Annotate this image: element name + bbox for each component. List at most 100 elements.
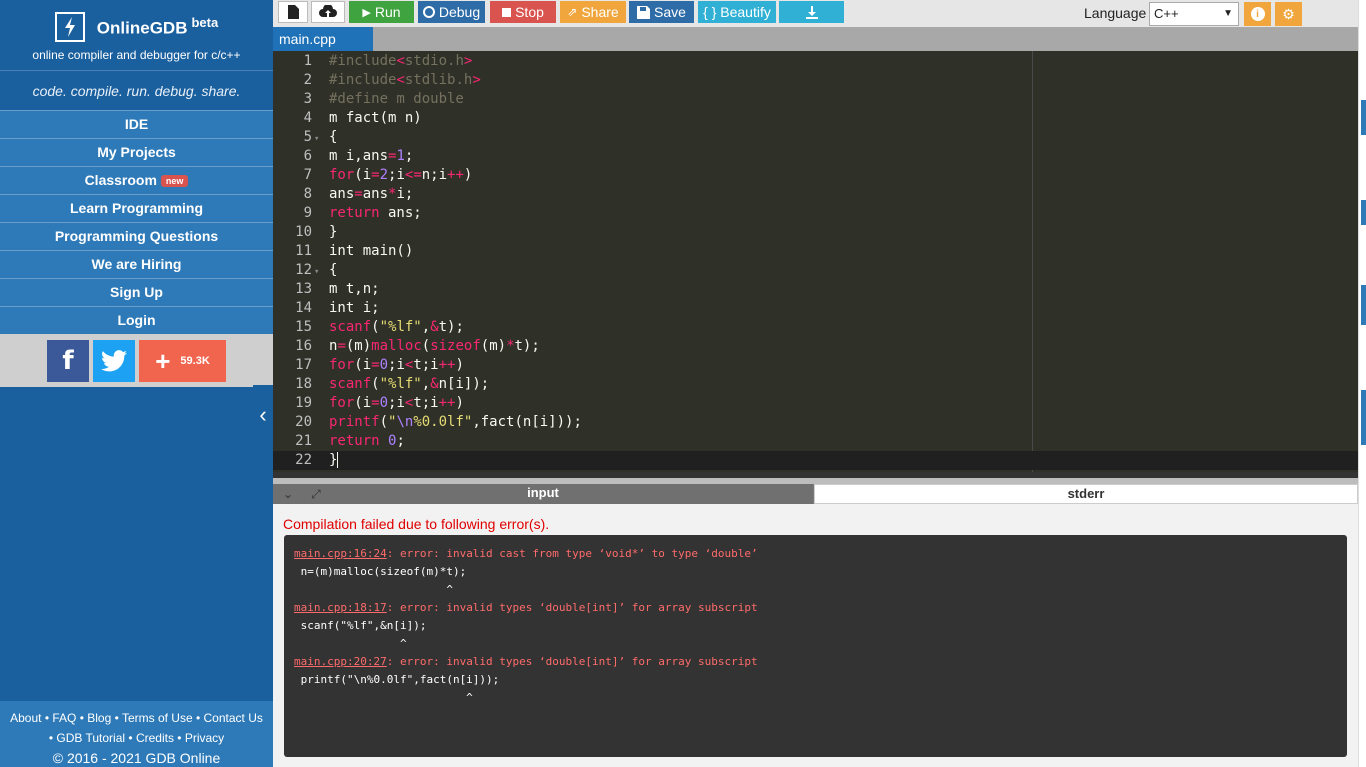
nav-menu: IDE My Projects Classroom new Learn Progr…	[0, 110, 273, 334]
error-location-link[interactable]: main.cpp:18:17	[294, 601, 387, 614]
facebook-icon: f	[62, 345, 74, 376]
footer-link-tutorial[interactable]: GDB Tutorial	[56, 731, 125, 745]
share-button[interactable]: ⇗ Share	[560, 1, 626, 23]
error-caret: ^	[294, 583, 453, 596]
footer-link-about[interactable]: About	[10, 711, 41, 725]
code-line: 2 #include<stdlib.h>	[303, 72, 481, 88]
file-icon	[287, 5, 299, 19]
collapse-panel-icon[interactable]: ⌄	[283, 487, 293, 502]
code-editor[interactable]: 1 #include<stdio.h> 2 #include<stdlib.h> 3…	[273, 51, 1358, 478]
tab-input[interactable]: input	[273, 484, 813, 504]
sidebar: OnlineGDB beta online compiler and debugg…	[0, 0, 273, 767]
tab-stderr[interactable]: stderr	[814, 484, 1358, 504]
nav-item-learn-programming[interactable]: Learn Programming	[0, 194, 273, 222]
facebook-button[interactable]: f	[47, 339, 89, 382]
footer-link-blog[interactable]: Blog	[87, 711, 111, 725]
download-icon	[805, 5, 818, 19]
info-button[interactable]: i	[1244, 2, 1271, 26]
right-edge-strip	[1358, 0, 1366, 767]
save-button[interactable]: Save	[629, 1, 694, 23]
stop-button[interactable]: Stop	[490, 1, 556, 23]
nav-item-login[interactable]: Login	[0, 306, 273, 334]
tab-main-cpp[interactable]: main.cpp	[273, 27, 373, 51]
code-line: 3 #define m double	[303, 91, 464, 107]
share-count-button[interactable]: + 59.3K	[139, 339, 226, 382]
code-line: 18 scanf("%lf",&n[i]);	[295, 376, 490, 392]
brand-header[interactable]: OnlineGDB beta online compiler and debugg…	[0, 0, 273, 70]
edge-marker	[1361, 200, 1366, 225]
social-bar: f + 59.3K	[0, 334, 273, 387]
floppy-icon	[637, 5, 651, 19]
sidebar-collapse-button[interactable]: ‹	[253, 385, 273, 445]
code-line: 15 scanf("%lf",&t);	[295, 319, 464, 335]
code-line: 6m i,ans=1;	[303, 148, 414, 164]
code-line: 14 int i;	[295, 300, 380, 316]
code-line: 16 n=(m)malloc(sizeof(m)*t);	[295, 338, 540, 354]
error-console: main.cpp:16:24: error: invalid cast from…	[284, 535, 1347, 757]
code-line: 4m fact(m n)	[303, 110, 422, 126]
expand-panel-icon[interactable]: ⤢	[311, 487, 321, 502]
brand-subtitle: online compiler and debugger for c/c++	[32, 48, 241, 62]
new-badge: new	[160, 174, 189, 187]
lightning-logo-icon	[54, 12, 85, 42]
toolbar: ▶ Run Debug Stop ⇗ Share Save { } Beautify…	[273, 0, 1358, 27]
footer-link-terms[interactable]: Terms of Use	[122, 711, 193, 725]
error-message: : error: invalid types ‘double[int]’ for…	[386, 655, 758, 668]
share-icon: ⇗	[567, 5, 578, 19]
code-line: 10}	[295, 224, 338, 240]
footer-link-privacy[interactable]: Privacy	[185, 731, 224, 745]
settings-button[interactable]: ⚙	[1275, 2, 1302, 26]
footer-link-faq[interactable]: FAQ	[52, 711, 76, 725]
code-line: 20 printf("\n%0.0lf",fact(n[i]));	[295, 414, 582, 430]
plus-icon: +	[155, 345, 171, 376]
footer: About • FAQ • Blog • Terms of Use • Cont…	[0, 701, 273, 767]
play-icon: ▶	[362, 6, 371, 19]
brand-name: OnlineGDB beta	[96, 15, 219, 38]
error-message: : error: invalid types ‘double[int]’ for…	[386, 601, 758, 614]
error-code-line: printf("\n%0.0lf",fact(n[i]));	[294, 673, 500, 686]
nav-item-we-are-hiring[interactable]: We are Hiring	[0, 250, 273, 278]
beautify-button[interactable]: { } Beautify	[698, 1, 776, 23]
gear-icon: ⚙	[1282, 5, 1295, 22]
nav-item-my-projects[interactable]: My Projects	[0, 138, 273, 166]
share-count: 59.3K	[180, 354, 210, 367]
footer-link-contact[interactable]: Contact Us	[204, 711, 263, 725]
compile-status-message: Compilation failed due to following erro…	[283, 516, 550, 532]
code-line: 12 ▾{	[273, 261, 1358, 280]
twitter-button[interactable]	[93, 339, 135, 382]
nav-item-ide[interactable]: IDE	[0, 110, 273, 138]
stop-icon	[502, 7, 512, 17]
cloud-upload-icon	[319, 5, 337, 17]
new-file-button[interactable]	[278, 1, 308, 23]
language-label: Language	[1084, 5, 1147, 21]
language-select[interactable]: C++ ▼	[1149, 2, 1239, 26]
chevron-left-icon: ‹	[259, 402, 267, 427]
upload-button[interactable]	[311, 1, 345, 23]
error-code-line: scanf("%lf",&n[i]);	[294, 619, 427, 632]
code-line: 7 for(i=2;i<=n;i++)	[303, 167, 473, 183]
code-line: 5 ▾{	[273, 128, 1358, 147]
nav-item-classroom[interactable]: Classroom new	[0, 166, 273, 194]
output-tab-bar: input ⌄ ⤢ stderr	[273, 484, 1358, 504]
error-location-link[interactable]: main.cpp:20:27	[294, 655, 387, 668]
code-line-active: 22}	[273, 451, 1358, 470]
file-tab-bar: main.cpp	[273, 27, 1358, 51]
download-button[interactable]	[779, 1, 844, 23]
nav-item-programming-questions[interactable]: Programming Questions	[0, 222, 273, 250]
code-line: 19 for(i=0;i<t;i++)	[295, 395, 464, 411]
nav-item-sign-up[interactable]: Sign Up	[0, 278, 273, 306]
chevron-down-icon: ▼	[1223, 8, 1233, 19]
code-line: 13 m t,n;	[295, 281, 380, 297]
output-panel: Compilation failed due to following erro…	[273, 504, 1358, 767]
footer-link-credits[interactable]: Credits	[136, 731, 174, 745]
run-button[interactable]: ▶ Run	[349, 1, 414, 23]
edge-marker	[1361, 100, 1366, 135]
code-line: 21 return 0;	[295, 433, 405, 449]
error-caret: ^	[294, 691, 473, 704]
tagline: code. compile. run. debug. share.	[0, 70, 273, 110]
edge-marker	[1361, 390, 1366, 445]
debug-button[interactable]: Debug	[418, 1, 485, 23]
error-code-line: n=(m)malloc(sizeof(m)*t);	[294, 565, 467, 578]
error-caret: ^	[294, 637, 407, 650]
error-location-link[interactable]: main.cpp:16:24	[294, 547, 387, 560]
